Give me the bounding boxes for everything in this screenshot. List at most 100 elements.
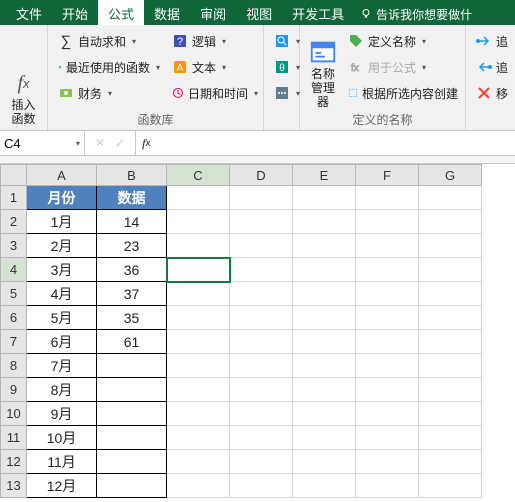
cell-C4[interactable]	[167, 258, 230, 282]
cell-F6[interactable]	[356, 306, 419, 330]
cell-A7[interactable]: 6月	[27, 330, 97, 354]
tab-review[interactable]: 审阅	[190, 0, 236, 25]
column-header-D[interactable]: D	[230, 165, 293, 186]
cell-F11[interactable]	[356, 426, 419, 450]
cell-C6[interactable]	[167, 306, 230, 330]
cell-A6[interactable]: 5月	[27, 306, 97, 330]
tab-view[interactable]: 视图	[236, 0, 282, 25]
cell-A8[interactable]: 7月	[27, 354, 97, 378]
math-button[interactable]: θ▾	[270, 55, 304, 79]
cell-C13[interactable]	[167, 474, 230, 498]
cell-C10[interactable]	[167, 402, 230, 426]
cell-B9[interactable]	[97, 378, 167, 402]
text-button[interactable]: A 文本▾	[168, 55, 262, 79]
column-header-G[interactable]: G	[419, 165, 482, 186]
cell-G12[interactable]	[419, 450, 482, 474]
cell-D5[interactable]	[230, 282, 293, 306]
fx-icon[interactable]: fx	[136, 131, 156, 155]
cell-A3[interactable]: 2月	[27, 234, 97, 258]
remove-arrows-button[interactable]: 移	[472, 81, 512, 105]
cell-F2[interactable]	[356, 210, 419, 234]
trace-dependents-button[interactable]: 追	[472, 55, 512, 79]
cell-G6[interactable]	[419, 306, 482, 330]
cell-A2[interactable]: 1月	[27, 210, 97, 234]
cell-E6[interactable]	[293, 306, 356, 330]
spreadsheet-grid[interactable]: ABCDEFG1月份数据21月1432月2343月3654月3765月3576月…	[0, 164, 515, 498]
row-header-6[interactable]: 6	[1, 306, 27, 330]
cell-A10[interactable]: 9月	[27, 402, 97, 426]
cell-G11[interactable]	[419, 426, 482, 450]
cell-E11[interactable]	[293, 426, 356, 450]
cell-B6[interactable]: 35	[97, 306, 167, 330]
row-header-2[interactable]: 2	[1, 210, 27, 234]
cell-C11[interactable]	[167, 426, 230, 450]
cell-C5[interactable]	[167, 282, 230, 306]
cell-F13[interactable]	[356, 474, 419, 498]
cell-E12[interactable]	[293, 450, 356, 474]
row-header-9[interactable]: 9	[1, 378, 27, 402]
cell-C2[interactable]	[167, 210, 230, 234]
row-header-5[interactable]: 5	[1, 282, 27, 306]
cell-G1[interactable]	[419, 186, 482, 210]
cell-B3[interactable]: 23	[97, 234, 167, 258]
cell-B1[interactable]: 数据	[97, 186, 167, 210]
cell-B2[interactable]: 14	[97, 210, 167, 234]
cell-B10[interactable]	[97, 402, 167, 426]
tab-developer[interactable]: 开发工具	[282, 0, 354, 25]
cell-D2[interactable]	[230, 210, 293, 234]
cell-F7[interactable]	[356, 330, 419, 354]
cell-G9[interactable]	[419, 378, 482, 402]
cell-G2[interactable]	[419, 210, 482, 234]
cell-F5[interactable]	[356, 282, 419, 306]
row-header-10[interactable]: 10	[1, 402, 27, 426]
cell-E2[interactable]	[293, 210, 356, 234]
cell-G13[interactable]	[419, 474, 482, 498]
cell-C8[interactable]	[167, 354, 230, 378]
cell-D12[interactable]	[230, 450, 293, 474]
define-name-button[interactable]: 定义名称▾	[344, 29, 462, 53]
row-header-3[interactable]: 3	[1, 234, 27, 258]
cell-D1[interactable]	[230, 186, 293, 210]
row-header-1[interactable]: 1	[1, 186, 27, 210]
cell-F4[interactable]	[356, 258, 419, 282]
column-header-E[interactable]: E	[293, 165, 356, 186]
cell-B5[interactable]: 37	[97, 282, 167, 306]
cell-G8[interactable]	[419, 354, 482, 378]
tab-file[interactable]: 文件	[6, 0, 52, 25]
cell-E9[interactable]	[293, 378, 356, 402]
cell-G4[interactable]	[419, 258, 482, 282]
cell-A4[interactable]: 3月	[27, 258, 97, 282]
cell-B11[interactable]	[97, 426, 167, 450]
cell-B7[interactable]: 61	[97, 330, 167, 354]
cell-C1[interactable]	[167, 186, 230, 210]
cell-D9[interactable]	[230, 378, 293, 402]
cell-E7[interactable]	[293, 330, 356, 354]
tab-formulas[interactable]: 公式	[98, 0, 144, 25]
cell-F8[interactable]	[356, 354, 419, 378]
column-header-F[interactable]: F	[356, 165, 419, 186]
trace-precedents-button[interactable]: 追	[472, 29, 512, 53]
datetime-button[interactable]: 日期和时间▾	[168, 81, 262, 105]
cell-A12[interactable]: 11月	[27, 450, 97, 474]
cell-A11[interactable]: 10月	[27, 426, 97, 450]
cell-F9[interactable]	[356, 378, 419, 402]
cell-D13[interactable]	[230, 474, 293, 498]
more-functions-button[interactable]: ▾	[270, 81, 304, 105]
cell-E5[interactable]	[293, 282, 356, 306]
row-header-7[interactable]: 7	[1, 330, 27, 354]
cell-E4[interactable]	[293, 258, 356, 282]
cell-D7[interactable]	[230, 330, 293, 354]
column-header-A[interactable]: A	[27, 165, 97, 186]
cell-C3[interactable]	[167, 234, 230, 258]
cell-B12[interactable]	[97, 450, 167, 474]
cell-B13[interactable]	[97, 474, 167, 498]
cell-D3[interactable]	[230, 234, 293, 258]
cell-A1[interactable]: 月份	[27, 186, 97, 210]
row-header-13[interactable]: 13	[1, 474, 27, 498]
cell-G5[interactable]	[419, 282, 482, 306]
insert-function-button[interactable]: fx 插入函数	[6, 29, 41, 126]
cell-G3[interactable]	[419, 234, 482, 258]
recent-functions-button[interactable]: 最近使用的函数▾	[54, 55, 164, 79]
create-from-selection-button[interactable]: 根据所选内容创建	[344, 81, 462, 105]
cell-A13[interactable]: 12月	[27, 474, 97, 498]
